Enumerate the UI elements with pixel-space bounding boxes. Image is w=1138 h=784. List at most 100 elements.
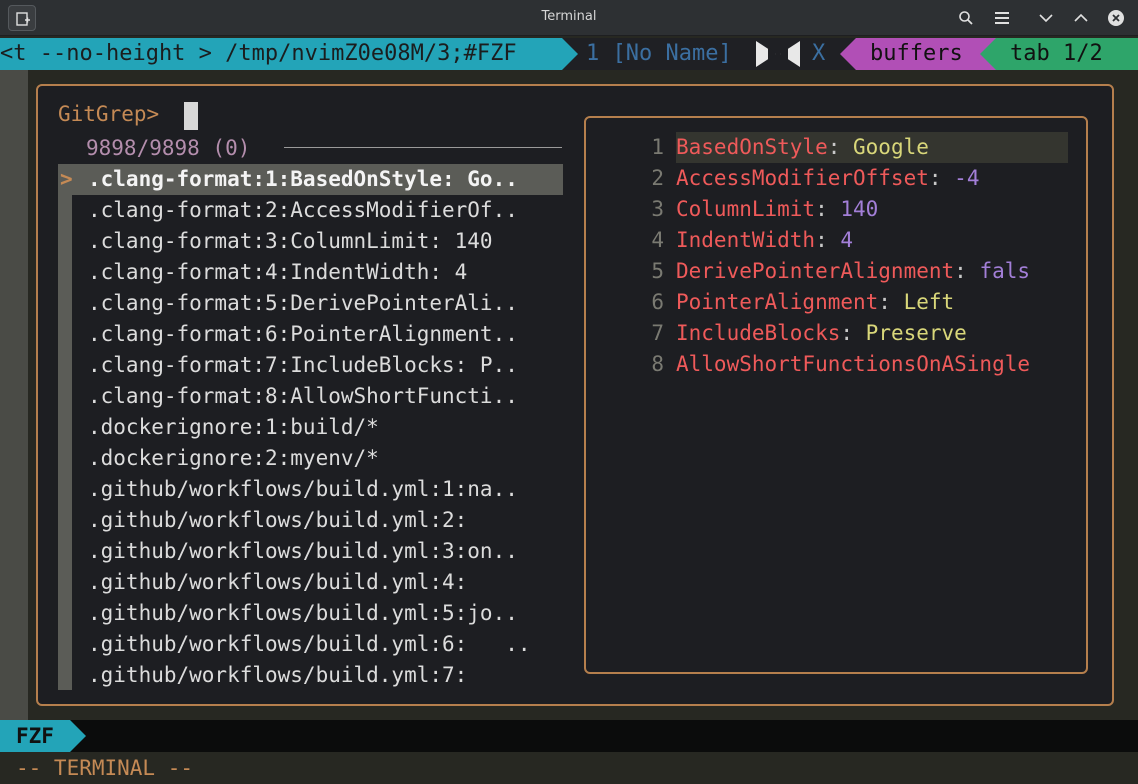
code-text: IndentWidth: 4 (676, 225, 853, 256)
yaml-value: Google (853, 135, 929, 159)
result-text: .clang-format:1:BasedOnStyle: Go.. (88, 167, 518, 191)
preview-line: 4 IndentWidth: 4 (586, 225, 1086, 256)
mode-separator-arrow-icon (70, 720, 86, 752)
yaml-key: PointerAlignment (676, 290, 879, 314)
line-number: 8 (651, 352, 664, 376)
preview-line: 1 BasedOnStyle: Google (586, 132, 1086, 163)
tab-separator-arrow-icon (562, 38, 578, 70)
result-row[interactable]: .github/workflows/build.yml:6: .. (58, 629, 563, 660)
hamburger-menu-icon (995, 12, 1009, 24)
search-icon (959, 11, 973, 25)
line-number: 6 (651, 290, 664, 314)
yaml-value: 4 (840, 228, 854, 252)
result-text: .github/workflows/build.yml:2: (88, 508, 468, 532)
result-text: .github/workflows/build.yml:5:jo.. (88, 601, 518, 625)
preview-line: 3 ColumnLimit: 140 (586, 194, 1086, 225)
result-row[interactable]: .github/workflows/build.yml:3:on.. (58, 536, 563, 567)
vim-tabline: <t --no-height > /tmp/nvimZ0e08M/3;#FZF … (0, 38, 1138, 70)
code-text: PointerAlignment: Left (676, 287, 954, 318)
yaml-value: Preserve (865, 321, 967, 345)
yaml-key: BasedOnStyle (676, 135, 828, 159)
line-number: 4 (651, 228, 664, 252)
result-text: .clang-format:4:IndentWidth: 4 (88, 260, 468, 284)
line-number: 7 (651, 321, 664, 345)
result-row[interactable]: .clang-format:5:DerivePointerAli.. (58, 288, 563, 319)
code-text: DerivePointerAlignment: fals (676, 256, 1030, 287)
result-row[interactable]: .github/workflows/build.yml:2: (58, 505, 563, 536)
result-text: .clang-format:3:ColumnLimit: 140 (88, 229, 493, 253)
sign-column (0, 70, 28, 720)
menu-button[interactable] (992, 8, 1012, 28)
buffers-label[interactable]: buffers (856, 38, 980, 70)
preview-line: 8 AllowShortFunctionsOnASingle (586, 349, 1086, 380)
yaml-value: Left (903, 290, 955, 314)
result-text: .clang-format:6:PointerAlignment.. (88, 322, 518, 346)
close-tab-button[interactable]: X (812, 38, 825, 70)
result-text: .github/workflows/build.yml:3:on.. (88, 539, 518, 563)
result-text: .dockerignore:1:build/* (88, 415, 379, 439)
result-text: .github/workflows/build.yml:6: .. (88, 632, 531, 656)
result-row[interactable]: .clang-format:3:ColumnLimit: 140 (58, 226, 563, 257)
yaml-key: DerivePointerAlignment (676, 259, 955, 283)
result-row[interactable]: .clang-format:2:AccessModifierOf.. (58, 195, 563, 226)
query-input-cursor[interactable] (184, 102, 198, 130)
result-text: .github/workflows/build.yml:4: (88, 570, 468, 594)
current-tab-path[interactable]: <t --no-height > /tmp/nvimZ0e08M/3;#FZF (0, 38, 562, 70)
search-button[interactable] (956, 8, 976, 28)
line-number: 5 (651, 259, 664, 283)
code-text: BasedOnStyle: Google (676, 132, 929, 163)
result-row[interactable]: .clang-format:7:IncludeBlocks: P.. (58, 350, 563, 381)
yaml-separator: : (954, 259, 980, 283)
buffer-tab-no-name[interactable]: 1 [No Name] (586, 38, 732, 70)
result-row[interactable]: .github/workflows/build.yml:4: (58, 567, 563, 598)
fzf-floating-window: GitGrep> 9898/9898 (0) > .clang-format:1:… (36, 84, 1114, 706)
yaml-key: IncludeBlocks (676, 321, 841, 345)
code-text: ColumnLimit: 140 (676, 194, 878, 225)
result-text: .clang-format:7:IncludeBlocks: P.. (88, 353, 518, 377)
result-row[interactable]: .github/workflows/build.yml:5:jo.. (58, 598, 563, 629)
yaml-value: fals (979, 259, 1031, 283)
result-text: .clang-format:2:AccessModifierOf.. (88, 198, 518, 222)
yaml-key: IndentWidth (676, 228, 816, 252)
preview-window: 1 BasedOnStyle: Google 2 AccessModifierOffs… (584, 116, 1088, 674)
line-number: 3 (651, 197, 664, 221)
window-titlebar: Terminal (0, 0, 1138, 36)
yaml-value: -4 (954, 166, 980, 190)
yaml-separator: : (840, 321, 866, 345)
tab-count-label[interactable]: tab 1/2 (996, 38, 1138, 70)
minimize-button[interactable] (1036, 8, 1056, 28)
code-text: AccessModifierOffset: -4 (676, 163, 979, 194)
statusline: FZF (0, 720, 1138, 752)
buffers-separator-arrow-icon (840, 38, 856, 70)
preview-line: 2 AccessModifierOffset: -4 (586, 163, 1086, 194)
close-window-button[interactable] (1106, 8, 1126, 28)
result-row[interactable]: .github/workflows/build.yml:7: (58, 660, 563, 691)
maximize-button[interactable] (1071, 8, 1091, 28)
result-text: .github/workflows/build.yml:1:na.. (88, 477, 518, 501)
result-row[interactable]: .github/workflows/build.yml:1:na.. (58, 474, 563, 505)
yaml-key: AccessModifierOffset (676, 166, 929, 190)
command-line: -- TERMINAL -- (0, 752, 1138, 784)
result-row[interactable]: > .clang-format:1:BasedOnStyle: Go.. (58, 164, 563, 195)
result-row[interactable]: .clang-format:8:AllowShortFuncti.. (58, 381, 563, 412)
count-separator-line (284, 147, 562, 148)
yaml-key: AllowShortFunctionsOnASingle (676, 352, 1031, 376)
code-text: IncludeBlocks: Preserve (676, 318, 967, 349)
line-number: 1 (651, 135, 664, 159)
match-count: 9898/9898 (0) (86, 136, 251, 160)
result-text: .dockerignore:2:myenv/* (88, 446, 379, 470)
selection-pointer: > (60, 167, 73, 191)
code-text: AllowShortFunctionsOnASingle (676, 349, 1030, 380)
yaml-separator: : (815, 228, 841, 252)
result-row[interactable]: .clang-format:6:PointerAlignment.. (58, 319, 563, 350)
results-list: > .clang-format:1:BasedOnStyle: Go.. .clan… (58, 164, 563, 691)
result-row[interactable]: .clang-format:4:IndentWidth: 4 (58, 257, 563, 288)
chevron-down-icon (1039, 14, 1053, 23)
yaml-separator: : (827, 135, 854, 159)
result-row[interactable]: .dockerignore:1:build/* (58, 412, 563, 443)
result-text: .github/workflows/build.yml:7: (88, 663, 468, 687)
close-icon (1108, 10, 1124, 26)
preview-line: 5 DerivePointerAlignment: fals (586, 256, 1086, 287)
yaml-separator: : (815, 197, 841, 221)
result-row[interactable]: .dockerignore:2:myenv/* (58, 443, 563, 474)
